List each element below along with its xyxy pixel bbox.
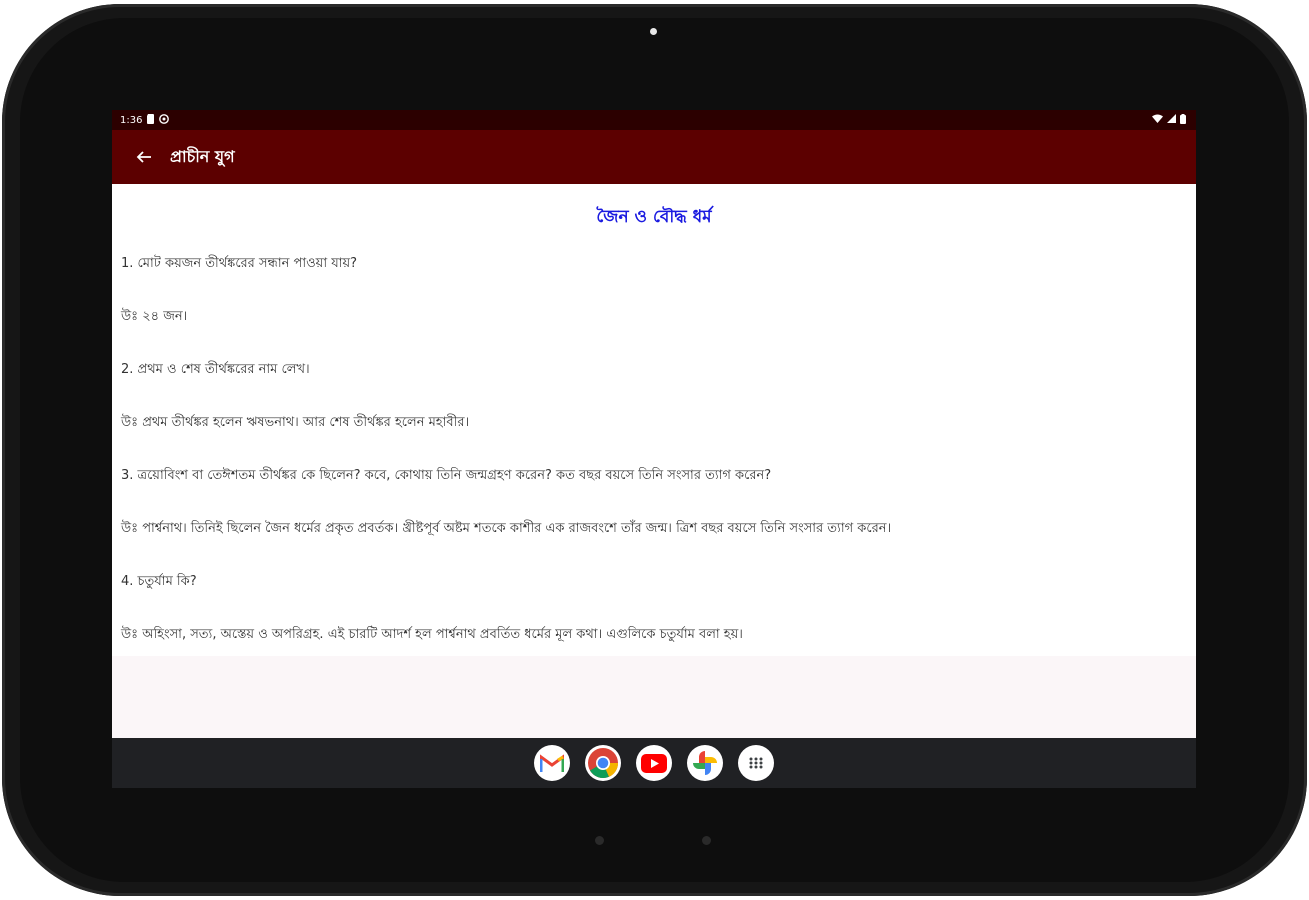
blank-lower-area [112, 656, 1196, 738]
wifi-icon [1152, 114, 1163, 126]
answer-1: উঃ ২৪ জন। [121, 309, 188, 324]
settings-circle-icon [159, 113, 170, 127]
status-bar: 1:36 [112, 110, 1196, 130]
question-1: 1. মোট কয়জন তীর্থঙ্করের সন্ধান পাওয়া য… [121, 256, 358, 271]
content-area: জৈন ও বৌদ্ধ ধর্ম 1. মোট কয়জন তীর্থঙ্করে… [112, 184, 1196, 656]
gmail-icon[interactable] [534, 745, 570, 781]
app-drawer-icon[interactable] [738, 745, 774, 781]
status-time: 1:36 [120, 114, 143, 126]
chrome-icon[interactable] [585, 745, 621, 781]
question-3: 3. ত্রয়োবিংশ বা তেঈশতম তীর্থঙ্কর কে ছিল… [121, 468, 772, 483]
question-2: 2. প্রথম ও শেষ তীর্থঙ্করের নাম লেখ। [121, 362, 310, 377]
arrow-back-icon[interactable] [134, 147, 154, 167]
app-title: প্রাচীন যুগ [170, 146, 235, 166]
question-4: 4. চতুর্যাম কি? [121, 574, 197, 589]
sensor-left [595, 836, 604, 845]
front-camera [650, 28, 657, 35]
answer-2: উঃ প্রথম তীর্থঙ্কর হলেন ঋষভনাথ। আর শেষ ত… [121, 415, 470, 430]
sensor-right [702, 836, 711, 845]
answer-3: উঃ পার্শ্বনাথ। তিনিই ছিলেন জৈন ধর্মের প্… [121, 521, 892, 536]
app-bar: প্রাচীন যুগ [112, 130, 1196, 184]
sim-card-icon [146, 113, 155, 127]
youtube-icon[interactable] [636, 745, 672, 781]
status-right-icons [1152, 113, 1186, 127]
page-heading: জৈন ও বৌদ্ধ ধর্ম [596, 207, 712, 227]
battery-icon [1180, 113, 1186, 127]
answer-4: উঃ অহিংসা, সত্য, অস্তেয় ও অপরিগ্রহ. এই … [121, 627, 743, 642]
signal-icon [1167, 114, 1176, 126]
device-screen: 1:36 প্রাচীন যুগ জৈন ও বৌদ্ধ ধর্ম 1. মোট… [112, 110, 1196, 788]
photos-icon[interactable] [687, 745, 723, 781]
